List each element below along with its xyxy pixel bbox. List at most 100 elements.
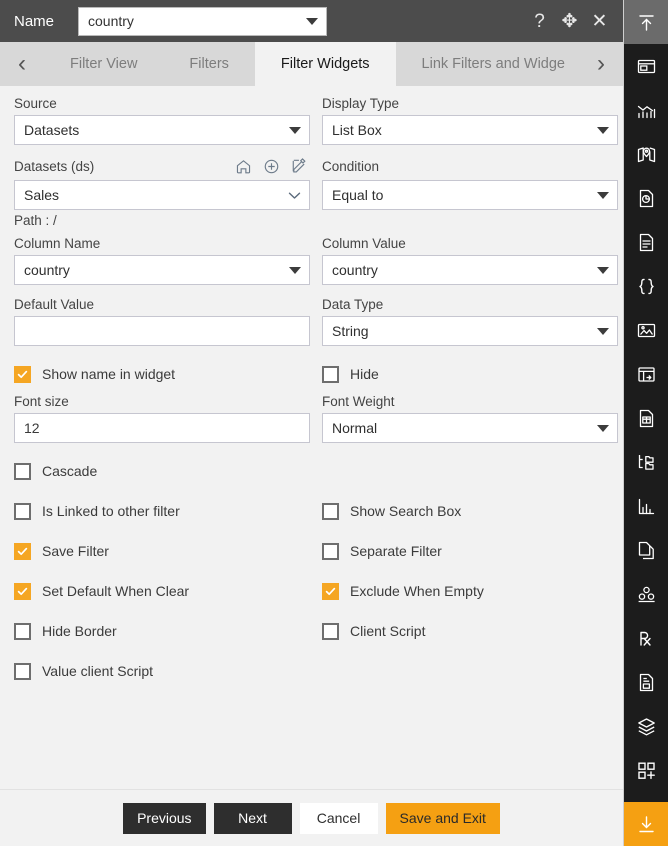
dashboard-icon[interactable] bbox=[624, 44, 668, 88]
map-icon[interactable] bbox=[624, 132, 668, 176]
grid-widget-icon[interactable] bbox=[624, 352, 668, 396]
cubes-icon[interactable] bbox=[624, 572, 668, 616]
close-icon[interactable]: ✕ bbox=[590, 10, 609, 32]
dialog-footer: Previous Next Cancel Save and Exit bbox=[0, 789, 623, 846]
previous-button[interactable]: Previous bbox=[123, 803, 205, 834]
chart-icon[interactable] bbox=[624, 88, 668, 132]
checkbox-is-linked-to-other-filter[interactable]: Is Linked to other filter bbox=[14, 499, 310, 523]
bar-chart-icon[interactable] bbox=[624, 484, 668, 528]
move-icon[interactable]: ✥ bbox=[560, 10, 579, 32]
tab-filters[interactable]: Filters bbox=[163, 42, 254, 86]
checkbox-exclude-when-empty[interactable]: Exclude When Empty bbox=[322, 579, 618, 603]
font-size-input[interactable]: 12 bbox=[14, 413, 310, 443]
field-column-name: Column Name country bbox=[14, 236, 310, 285]
help-icon[interactable]: ? bbox=[530, 10, 549, 32]
row-cascade: Cascade bbox=[14, 459, 609, 483]
checkbox-box bbox=[322, 503, 339, 520]
chevron-down-icon bbox=[597, 425, 609, 432]
edit-icon[interactable] bbox=[291, 158, 308, 175]
source-label: Source bbox=[14, 96, 310, 111]
next-button[interactable]: Next bbox=[214, 803, 292, 834]
dialog-titlebar: Name country ? ✥ ✕ bbox=[0, 0, 623, 42]
image-icon[interactable] bbox=[624, 308, 668, 352]
right-toolbar bbox=[624, 0, 668, 846]
display-type-select[interactable]: List Box bbox=[322, 115, 618, 145]
chevron-down-icon bbox=[288, 191, 301, 200]
checkbox-label: Hide bbox=[350, 366, 379, 382]
column-value-value: country bbox=[332, 262, 597, 278]
field-column-value: Column Value country bbox=[322, 236, 618, 285]
checkbox-cascade[interactable]: Cascade bbox=[14, 459, 310, 483]
chevron-down-icon bbox=[306, 18, 318, 25]
tab-scroll-right-icon[interactable]: › bbox=[579, 42, 623, 86]
font-weight-select[interactable]: Normal bbox=[322, 413, 618, 443]
checkbox-label: Client Script bbox=[350, 623, 425, 639]
default-value-label: Default Value bbox=[14, 297, 310, 312]
checkbox-box bbox=[14, 663, 31, 680]
name-select-value: country bbox=[88, 13, 306, 29]
row-datasets-condition: Datasets (ds) bbox=[14, 157, 609, 228]
chevron-down-icon bbox=[597, 328, 609, 335]
tab-filter-widgets[interactable]: Filter Widgets bbox=[255, 42, 396, 86]
datasets-label: Datasets (ds) bbox=[14, 159, 94, 174]
font-size-label: Font size bbox=[14, 394, 310, 409]
checkbox-box bbox=[14, 366, 31, 383]
field-condition: Condition Equal to bbox=[322, 157, 618, 228]
tab-link-filters-and-widgets[interactable]: Link Filters and Widge bbox=[396, 42, 579, 86]
datasheet-icon[interactable] bbox=[624, 396, 668, 440]
checkbox-box bbox=[322, 583, 339, 600]
data-type-label: Data Type bbox=[322, 297, 618, 312]
row-hideborder-clientscript: Hide Border Client Script bbox=[14, 619, 609, 643]
row-source-displaytype: Source Datasets Display Type List Box bbox=[14, 96, 609, 145]
chevron-down-icon bbox=[597, 192, 609, 199]
checkbox-value-client-script[interactable]: Value client Script bbox=[14, 659, 310, 683]
checkbox-label: Cascade bbox=[42, 463, 97, 479]
tree-folder-icon[interactable] bbox=[624, 440, 668, 484]
column-name-select[interactable]: country bbox=[14, 255, 310, 285]
condition-select[interactable]: Equal to bbox=[322, 180, 618, 210]
checkbox-hide[interactable]: Hide bbox=[322, 362, 618, 386]
field-data-type: Data Type String bbox=[322, 297, 618, 346]
document-icon[interactable] bbox=[624, 220, 668, 264]
display-type-value: List Box bbox=[332, 122, 597, 138]
column-value-label: Column Value bbox=[322, 236, 618, 251]
datasets-action-icons bbox=[235, 158, 310, 175]
pie-report-icon[interactable] bbox=[624, 176, 668, 220]
tab-filter-view[interactable]: Filter View bbox=[44, 42, 163, 86]
checkbox-separate-filter[interactable]: Separate Filter bbox=[322, 539, 618, 563]
checkbox-show-name-in-widget[interactable]: Show name in widget bbox=[14, 362, 310, 386]
data-type-value: String bbox=[332, 323, 597, 339]
filter-widgets-dialog: Name country ? ✥ ✕ ‹ Filter View Filters… bbox=[0, 0, 624, 846]
download-icon[interactable] bbox=[624, 802, 668, 846]
column-value-select[interactable]: country bbox=[322, 255, 618, 285]
data-type-select[interactable]: String bbox=[322, 316, 618, 346]
checkbox-set-default-when-clear[interactable]: Set Default When Clear bbox=[14, 579, 310, 603]
chevron-down-icon bbox=[597, 127, 609, 134]
source-select[interactable]: Datasets bbox=[14, 115, 310, 145]
layers-icon[interactable] bbox=[624, 704, 668, 748]
checkbox-label: Value client Script bbox=[42, 663, 153, 679]
home-icon[interactable] bbox=[235, 158, 252, 175]
tab-scroll-left-icon[interactable]: ‹ bbox=[0, 42, 44, 86]
row-setdefault-excludeempty: Set Default When Clear Exclude When Empt… bbox=[14, 579, 609, 603]
prescription-icon[interactable] bbox=[624, 616, 668, 660]
checkbox-save-filter[interactable]: Save Filter bbox=[14, 539, 310, 563]
add-grid-icon[interactable] bbox=[624, 748, 668, 792]
default-value-input[interactable] bbox=[14, 316, 310, 346]
font-weight-label: Font Weight bbox=[322, 394, 618, 409]
copy-file-icon[interactable] bbox=[624, 528, 668, 572]
checkbox-client-script[interactable]: Client Script bbox=[322, 619, 618, 643]
json-icon[interactable] bbox=[624, 264, 668, 308]
save-and-exit-button[interactable]: Save and Exit bbox=[386, 803, 500, 834]
datasets-select[interactable]: Sales bbox=[14, 180, 310, 210]
add-circle-icon[interactable] bbox=[263, 158, 280, 175]
field-font-size: Font size 12 bbox=[14, 394, 310, 443]
checkbox-show-search-box[interactable]: Show Search Box bbox=[322, 499, 618, 523]
upload-icon[interactable] bbox=[624, 0, 668, 44]
chevron-down-icon bbox=[597, 267, 609, 274]
name-select[interactable]: country bbox=[78, 7, 327, 36]
checkbox-box bbox=[14, 543, 31, 560]
script-document-icon[interactable] bbox=[624, 660, 668, 704]
cancel-button[interactable]: Cancel bbox=[300, 803, 378, 834]
checkbox-hide-border[interactable]: Hide Border bbox=[14, 619, 310, 643]
